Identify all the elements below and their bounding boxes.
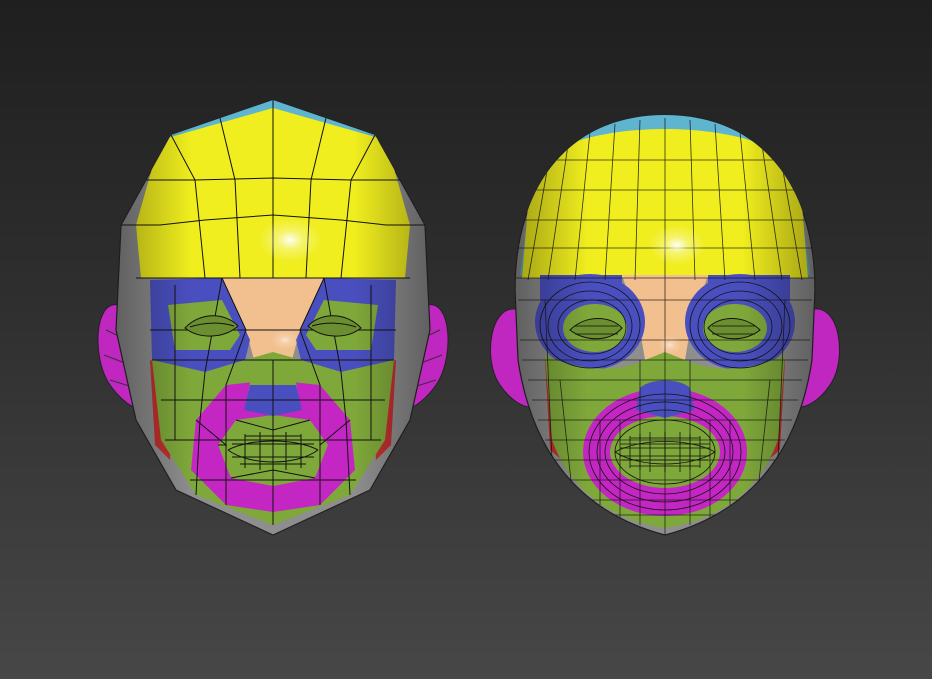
subdivided-head[interactable] [490,100,840,540]
3d-viewport [0,0,932,679]
low-poly-head[interactable] [97,90,449,540]
viewport-canvas [97,90,840,540]
mouth-lips [614,432,716,472]
